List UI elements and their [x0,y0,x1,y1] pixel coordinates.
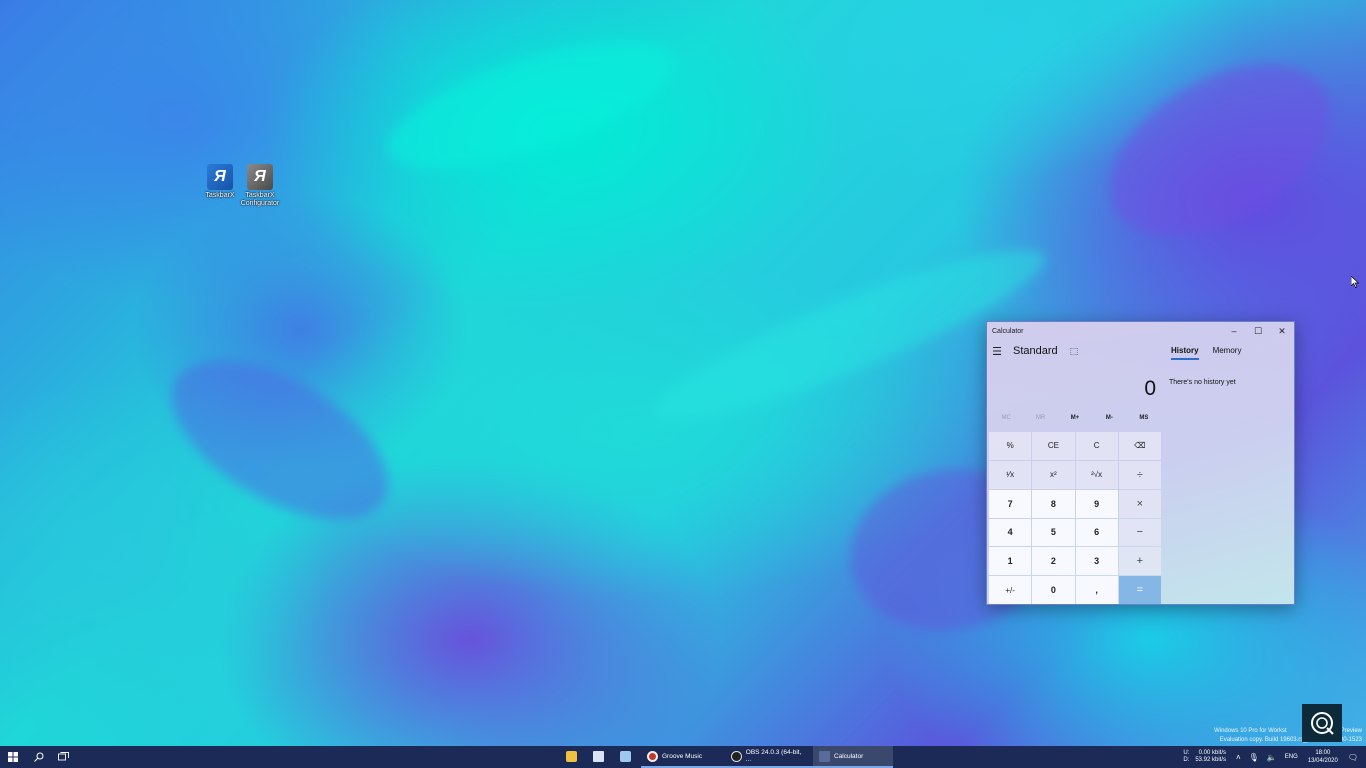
taskbar-app-notepad[interactable] [587,746,614,768]
memory-recall-button[interactable]: MR [1023,415,1057,421]
multiply-button[interactable]: × [1118,489,1161,518]
search-icon [33,752,43,762]
taskbar-app-label: Calculator [834,752,864,760]
close-button[interactable]: ✕ [1270,322,1294,340]
history-memory-tabs: History Memory [1171,346,1255,360]
divide-button[interactable]: ÷ [1118,460,1161,489]
clear-entry-button[interactable]: CE [1032,432,1075,460]
download-label: D: [1183,757,1190,763]
watermark-text: Evaluation copy. Build 19603.rs_p [1219,737,1310,743]
keypad: % CE C ⌫ ¹⁄x x² ²√x ÷ 7 8 9 × 4 5 6 − 1 … [989,432,1161,604]
digit-5-button[interactable]: 5 [1032,518,1075,547]
chat-bubble-icon [1311,712,1334,735]
watermark-text: Preview [1340,728,1362,734]
digit-9-button[interactable]: 9 [1075,489,1118,518]
chevron-up-icon[interactable]: ˄ [1236,753,1241,762]
tab-memory[interactable]: Memory [1213,346,1242,360]
watermark-text: Windows 10 Pro for Workst [1214,728,1287,734]
memory-clear-button[interactable]: MC [989,415,1023,421]
notepad-icon [593,750,604,762]
feather-icon [620,750,631,762]
taskbar-app-groove-music[interactable]: Groove Music [641,746,725,768]
calculator-mode-title: Standard [1013,345,1058,357]
search-button[interactable] [26,746,51,768]
equals-button[interactable]: = [1118,576,1161,604]
microphone-icon[interactable]: 🎙 [1249,753,1259,762]
taskbarx-icon: Я [207,164,233,190]
volume-icon[interactable]: 🔈 [1267,753,1277,762]
taskbar-app-label: Groove Music [662,752,703,760]
clock[interactable]: 18:00 13/04/2020 [1308,749,1338,765]
history-empty-message: There's no history yet [1169,379,1236,386]
calculator-header: ☰ Standard ⬚ [987,340,1167,362]
start-button[interactable] [0,746,26,768]
digit-2-button[interactable]: 2 [1032,547,1075,576]
language-indicator[interactable]: ENG [1285,754,1298,760]
upload-label: U: [1183,750,1190,756]
minimize-button[interactable]: – [1222,322,1246,340]
digit-6-button[interactable]: 6 [1075,518,1118,547]
groove-music-icon [647,750,658,762]
title-bar[interactable]: Calculator – ☐ ✕ [987,322,1294,340]
digit-8-button[interactable]: 8 [1032,489,1075,518]
square-root-button[interactable]: ²√x [1075,460,1118,489]
maximize-button[interactable]: ☐ [1246,322,1270,340]
desktop-icon-label: TaskbarX [205,192,235,199]
window-title: Calculator [992,327,1024,335]
system-tray: U: D: 0.00 kbit/s 53.92 kbit/s ˄ 🎙 🔈 ENG… [1183,746,1366,768]
desktop-icon-taskbarx-configurator[interactable]: Я TaskbarX Configurator [238,164,282,208]
digit-1-button[interactable]: 1 [989,547,1032,576]
digit-4-button[interactable]: 4 [989,518,1032,547]
memory-add-button[interactable]: M+ [1058,415,1092,421]
menu-hamburger-icon[interactable]: ☰ [987,345,1007,358]
digit-3-button[interactable]: 3 [1075,547,1118,576]
taskbar-app-label: OBS 24.0.3 (64-bit, ... [745,749,802,763]
decimal-separator-button[interactable]: , [1075,576,1118,604]
subtract-button[interactable]: − [1118,518,1161,547]
mouse-cursor-icon [1351,276,1359,288]
reciprocal-button[interactable]: ¹⁄x [989,460,1032,489]
clock-date: 13/04/2020 [1307,758,1338,764]
upload-speed: 0.00 kbit/s [1198,750,1226,756]
notifications-icon[interactable]: 🗨 [1348,753,1358,762]
task-view-icon [58,752,69,761]
memory-subtract-button[interactable]: M- [1092,415,1126,421]
add-button[interactable]: + [1118,547,1161,576]
memory-row: MC MR M+ M- MS [989,415,1161,421]
taskbar-app-store[interactable] [560,746,587,768]
backspace-button[interactable]: ⌫ [1118,432,1161,460]
taskbar-apps: Groove Music OBS 24.0.3 (64-bit, ... Cal… [560,746,893,768]
square-button[interactable]: x² [1032,460,1075,489]
overlay-widget[interactable] [1302,704,1342,742]
calculator-window: Calculator – ☐ ✕ ☰ Standard ⬚ 0 MC MR M+… [986,321,1295,605]
download-speed: 53.92 kbit/s [1195,757,1226,763]
keep-on-top-icon[interactable]: ⬚ [1070,346,1079,357]
calculator-display: 0 [1144,377,1156,400]
taskbarx-configurator-icon: Я [247,164,273,190]
digit-0-button[interactable]: 0 [1032,576,1075,604]
network-monitor-labels: U: D: [1183,750,1189,764]
taskbar-app-feather[interactable] [614,746,641,768]
network-monitor[interactable]: 0.00 kbit/s 53.92 kbit/s [1195,750,1226,764]
obs-icon [731,750,742,762]
task-view-button[interactable] [51,746,76,768]
digit-7-button[interactable]: 7 [989,489,1032,518]
tab-history[interactable]: History [1171,346,1199,360]
clear-button[interactable]: C [1075,432,1118,460]
calculator-icon [819,750,830,762]
negate-button[interactable]: +/- [989,576,1032,604]
windows-logo-icon [8,752,18,762]
clock-time: 18:00 [1315,750,1331,756]
taskbar-app-obs[interactable]: OBS 24.0.3 (64-bit, ... [725,746,813,768]
store-icon [566,750,577,762]
desktop-icon-taskbarx[interactable]: Я TaskbarX [198,164,242,200]
memory-store-button[interactable]: MS [1127,415,1161,421]
taskbar: Groove Music OBS 24.0.3 (64-bit, ... Cal… [0,746,1366,768]
watermark-text: 30-1523 [1339,737,1362,743]
percent-button[interactable]: % [989,432,1032,460]
desktop-icon-label: TaskbarX Configurator [240,192,280,207]
taskbar-app-calculator[interactable]: Calculator [813,746,893,768]
